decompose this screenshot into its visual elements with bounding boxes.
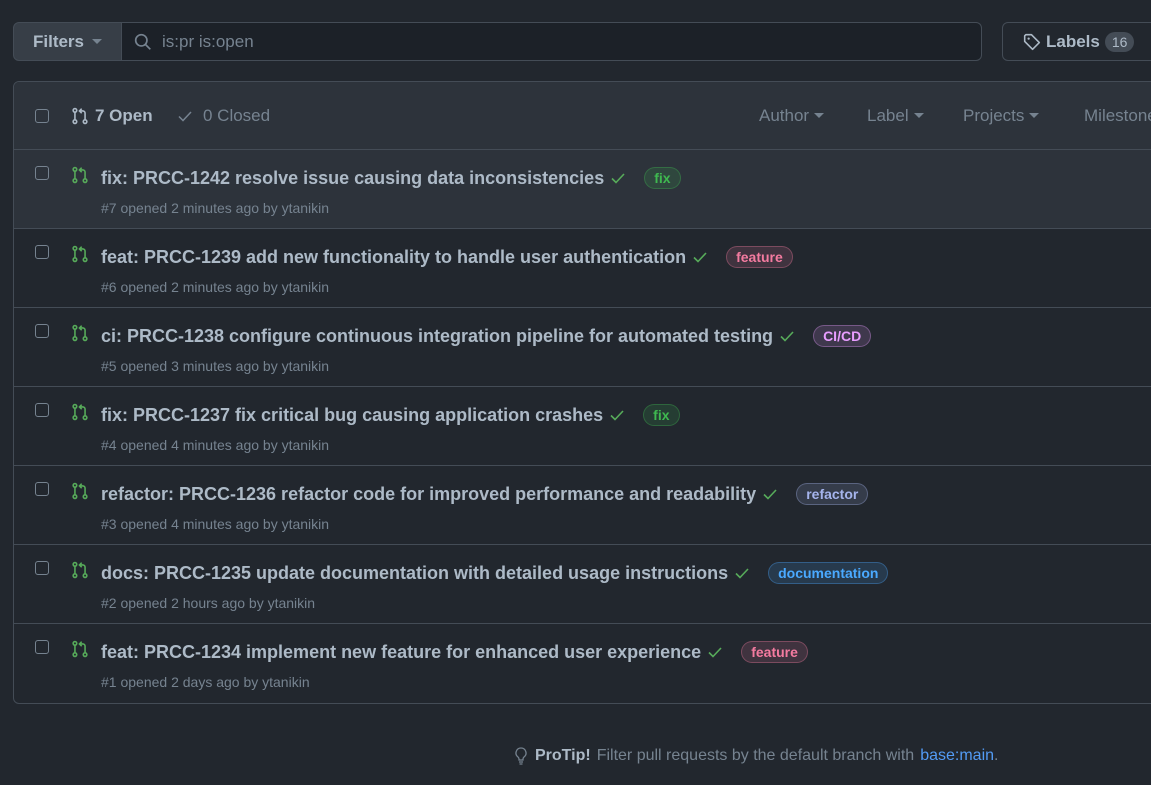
lightbulb-icon: [515, 747, 527, 765]
pull-request-meta: #3 opened 4 minutes ago by ytanikin: [101, 516, 330, 532]
open-pull-request-icon: [72, 403, 88, 421]
open-pull-request-icon: [72, 640, 88, 658]
pull-request-title[interactable]: feat: PRCC-1234 implement new feature fo…: [101, 642, 701, 663]
label-filter[interactable]: Label: [867, 106, 924, 126]
search-icon: [134, 33, 151, 50]
pull-request-row[interactable]: fix: PRCC-1237 fix critical bug causing …: [14, 387, 1151, 466]
row-checkbox[interactable]: [35, 482, 49, 496]
label-badge[interactable]: fix: [643, 404, 680, 426]
label-badge[interactable]: documentation: [768, 562, 889, 584]
pull-request-list: 7 Open 0 Closed Author Label Projects Mi…: [13, 81, 1151, 704]
pull-request-row[interactable]: docs: PRCC-1235 update documentation wit…: [14, 545, 1151, 624]
pull-request-meta: #7 opened 2 minutes ago by ytanikin: [101, 200, 330, 216]
label-badge[interactable]: CI/CD: [813, 325, 872, 347]
label-badge[interactable]: refactor: [796, 483, 869, 505]
pull-request-meta: #2 opened 2 hours ago by ytanikin: [101, 595, 316, 611]
row-checkbox[interactable]: [35, 640, 49, 654]
check-status-icon[interactable]: [707, 644, 723, 660]
pull-request-icon: [72, 107, 88, 124]
pull-request-meta: #5 opened 3 minutes ago by ytanikin: [101, 358, 330, 374]
author-filter[interactable]: Author: [759, 105, 825, 126]
open-pull-request-icon: [72, 482, 88, 500]
filters-button[interactable]: Filters: [13, 22, 122, 61]
open-pull-request-icon: [72, 561, 88, 579]
caret-down-icon: [1029, 113, 1040, 118]
milestones-filter-label: Milestones: [1084, 105, 1151, 125]
label-badge[interactable]: fix: [644, 167, 681, 189]
protip-end: .: [994, 747, 999, 764]
projects-filter[interactable]: Projects: [963, 105, 1040, 126]
pull-request-title[interactable]: docs: PRCC-1235 update documentation wit…: [101, 563, 728, 584]
author-filter-label: Author: [759, 105, 810, 125]
search-field[interactable]: [121, 22, 982, 61]
caret-down-icon: [92, 39, 103, 44]
row-checkbox[interactable]: [35, 324, 49, 338]
check-icon: [178, 110, 192, 122]
pull-request-title[interactable]: refactor: PRCC-1236 refactor code for im…: [101, 484, 756, 505]
open-tab[interactable]: 7 Open: [71, 106, 153, 126]
label-badge[interactable]: feature: [741, 641, 808, 663]
caret-down-icon: [913, 113, 924, 118]
protip: ProTip! Filter pull requests by the defa…: [513, 747, 998, 765]
pull-request-row[interactable]: fix: PRCC-1242 resolve issue causing dat…: [14, 150, 1151, 229]
pull-request-title[interactable]: fix: PRCC-1242 resolve issue causing dat…: [101, 168, 604, 189]
open-pull-request-icon: [72, 324, 88, 342]
protip-text: Filter pull requests by the default bran…: [596, 747, 915, 764]
row-checkbox[interactable]: [35, 245, 49, 259]
search-input[interactable]: [162, 31, 942, 52]
pull-request-title[interactable]: ci: PRCC-1238 configure continuous integ…: [101, 326, 773, 347]
select-all-checkbox[interactable]: [35, 108, 49, 123]
base-main-link[interactable]: base:main: [920, 747, 994, 764]
label-badge[interactable]: feature: [726, 246, 793, 268]
pull-request-row[interactable]: feat: PRCC-1234 implement new feature fo…: [14, 624, 1151, 703]
row-checkbox[interactable]: [35, 166, 49, 180]
labels-button[interactable]: Labels 16: [1002, 22, 1151, 61]
label-filter-label: Label: [867, 105, 909, 125]
check-status-icon[interactable]: [779, 328, 795, 344]
check-status-icon[interactable]: [762, 486, 778, 502]
pull-request-row[interactable]: feat: PRCC-1239 add new functionality to…: [14, 229, 1151, 308]
row-checkbox[interactable]: [35, 403, 49, 417]
labels-count: 16: [1104, 31, 1135, 52]
filters-label: Filters: [32, 31, 85, 51]
row-checkbox[interactable]: [35, 561, 49, 575]
milestones-filter[interactable]: Milestones: [1084, 106, 1151, 126]
pull-request-title[interactable]: feat: PRCC-1239 add new functionality to…: [101, 247, 686, 268]
pull-request-meta: #6 opened 2 minutes ago by ytanikin: [101, 279, 330, 295]
labels-label: Labels: [1046, 31, 1100, 51]
open-pull-request-icon: [72, 245, 88, 263]
caret-down-icon: [814, 113, 825, 118]
open-count: 7 Open: [95, 105, 153, 125]
pull-request-row[interactable]: ci: PRCC-1238 configure continuous integ…: [14, 308, 1151, 387]
pull-request-row[interactable]: refactor: PRCC-1236 refactor code for im…: [14, 466, 1151, 545]
check-status-icon[interactable]: [692, 249, 708, 265]
check-status-icon[interactable]: [609, 407, 625, 423]
closed-count: 0 Closed: [203, 105, 271, 125]
closed-tab[interactable]: 0 Closed: [177, 106, 270, 126]
pull-request-meta: #1 opened 2 days ago by ytanikin: [101, 674, 310, 690]
check-status-icon[interactable]: [610, 170, 626, 186]
projects-filter-label: Projects: [963, 105, 1025, 125]
protip-bold: ProTip!: [535, 747, 591, 764]
pull-request-meta: #4 opened 4 minutes ago by ytanikin: [101, 437, 330, 453]
check-status-icon[interactable]: [734, 565, 750, 581]
list-header: 7 Open 0 Closed Author Label Projects Mi…: [14, 82, 1151, 150]
tag-icon: [1023, 33, 1041, 50]
open-pull-request-icon: [72, 166, 88, 184]
pull-request-title[interactable]: fix: PRCC-1237 fix critical bug causing …: [101, 405, 603, 426]
